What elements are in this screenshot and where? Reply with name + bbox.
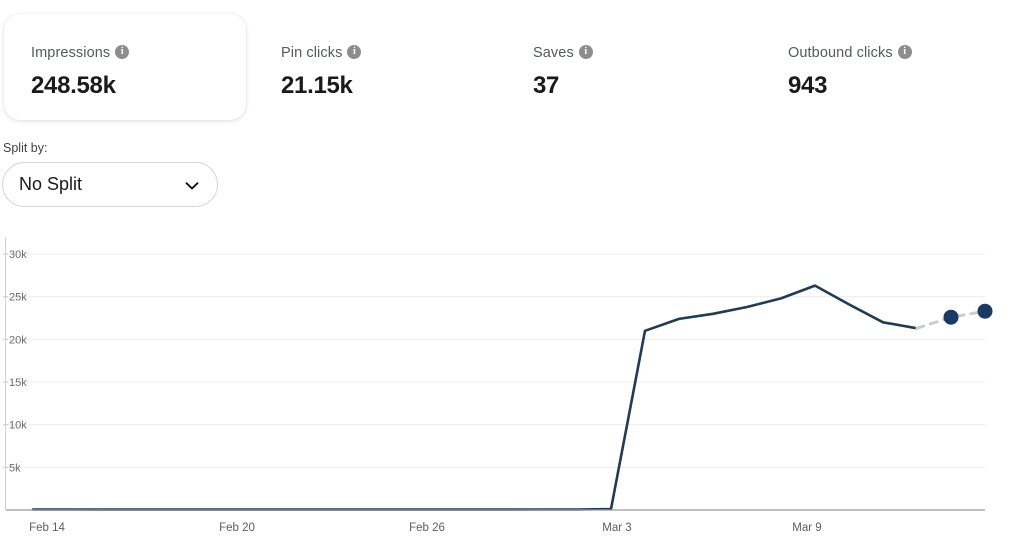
split-by-label: Split by:: [3, 141, 48, 155]
metric-label-text: Impressions: [31, 45, 111, 61]
metric-label: Pin clicks: [281, 45, 362, 61]
info-icon[interactable]: [897, 45, 912, 59]
y-axis-tick-label: 20k: [9, 334, 27, 346]
split-by-select[interactable]: No Split: [2, 162, 218, 207]
chart-plot-area: [31, 284, 993, 511]
metrics-row: Impressions 248.58k Pin clicks 21.15k Sa…: [0, 0, 1024, 130]
chart-data-point[interactable]: [977, 303, 993, 319]
y-axis-tick-label: 25k: [9, 292, 27, 304]
impressions-chart[interactable]: 5k 10k 15k 20k 25k 30k Feb 14 Feb 20 Feb 26 Mar …: [0, 228, 1024, 543]
info-icon[interactable]: [347, 45, 362, 59]
metric-label: Impressions: [31, 45, 130, 61]
metric-value: 248.58k: [31, 72, 116, 99]
x-axis-tick-label: Feb 26: [409, 522, 445, 534]
chart-line: [31, 284, 919, 511]
info-icon[interactable]: [578, 45, 593, 59]
info-icon[interactable]: [115, 45, 130, 59]
y-axis-tick-label: 15k: [9, 377, 27, 389]
x-axis-tick-label: Feb 20: [219, 522, 255, 534]
metric-label: Saves: [533, 45, 593, 61]
y-axis-tick-label: 10k: [9, 420, 27, 432]
chart-gridlines: [6, 253, 985, 468]
chart-canvas[interactable]: 5k 10k 15k 20k 25k 30k Feb 14 Feb 20 Feb 26 Mar …: [0, 228, 1024, 543]
y-axis-tick-label: 5k: [9, 462, 21, 474]
chevron-down-icon[interactable]: [185, 179, 199, 193]
metric-value: 37: [533, 72, 560, 99]
chart-data-point[interactable]: [943, 309, 959, 325]
x-axis-tick-label: Feb 14: [29, 522, 65, 534]
chart-y-axis: 5k 10k 15k 20k 25k 30k: [3, 237, 27, 510]
metric-label-text: Pin clicks: [281, 45, 343, 61]
metric-label-text: Outbound clicks: [788, 45, 893, 61]
impressions-card: [4, 14, 246, 120]
metric-value: 21.15k: [281, 72, 353, 99]
y-axis-tick-label: 30k: [9, 249, 27, 261]
x-axis-tick-label: Mar 9: [792, 522, 821, 534]
metric-label-text: Saves: [533, 45, 574, 61]
chart-x-axis: Feb 14 Feb 20 Feb 26 Mar 3 Mar 9: [6, 509, 985, 534]
metric-label: Outbound clicks: [788, 45, 912, 61]
x-axis-tick-label: Mar 3: [602, 522, 631, 534]
split-by-selected-value: No Split: [19, 174, 83, 194]
metric-value: 943: [788, 72, 828, 99]
